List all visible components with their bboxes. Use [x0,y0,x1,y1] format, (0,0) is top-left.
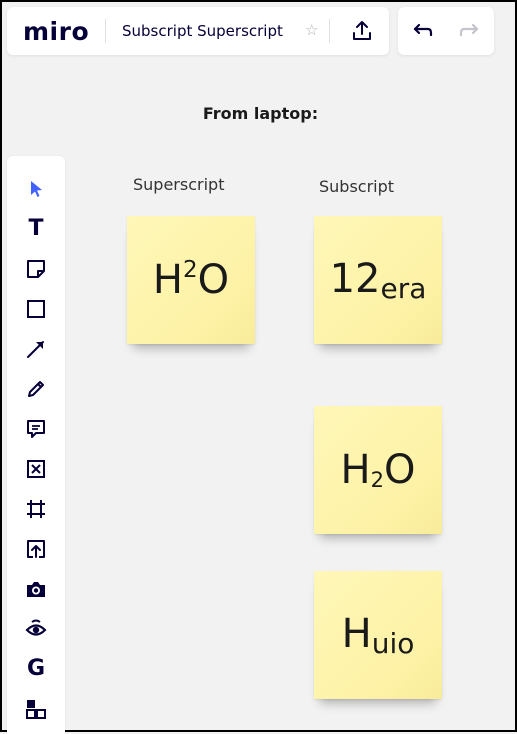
apps-icon [26,700,46,719]
pen-tool[interactable] [22,375,50,403]
redo-icon [459,23,479,37]
cross-box-icon [27,460,45,478]
google-app-tool[interactable]: G [22,655,50,683]
canvas-heading: From laptop: [202,104,319,123]
undo-button[interactable] [406,15,438,47]
header-divider [329,19,330,43]
miro-logo[interactable]: miro [23,17,89,46]
export-icon [353,21,371,40]
note-text: H2O [340,447,416,493]
note-text: Huio [341,610,415,660]
sticky-note-12era-subscript[interactable]: 12era [314,216,442,344]
note-text: H2O [152,257,230,303]
pen-icon [28,381,44,397]
export-button[interactable] [346,15,378,47]
sticky-note-icon [27,260,45,278]
select-tool[interactable] [22,175,50,203]
cursor-icon [31,181,42,197]
comment-icon [27,420,45,438]
sticky-note-huio-subscript[interactable]: Huio [314,571,442,699]
sticky-note-h2o-subscript[interactable]: H2O [314,406,442,534]
upload-tool[interactable] [22,535,50,563]
eye-app-tool[interactable] [22,615,50,643]
connection-line-tool[interactable] [22,335,50,363]
camera-tool[interactable] [22,575,50,603]
more-apps-tool[interactable] [22,695,50,723]
frame-tool[interactable] [22,495,50,523]
redo-button[interactable] [454,15,486,47]
sticky-note-tool[interactable] [22,255,50,283]
square-icon [27,300,45,318]
camera-icon [27,582,45,597]
undo-redo-panel [398,7,494,55]
sticky-note-h2o-superscript[interactable]: H2O [127,216,255,344]
undo-icon [413,23,433,37]
superscript-label: Superscript [133,175,225,194]
text-tool[interactable]: T [22,215,50,243]
header-divider [105,19,106,43]
board-title[interactable]: Subscript Superscript [122,22,283,40]
subscript-label: Subscript [319,177,395,196]
board-header: miro Subscript Superscript ☆ [7,7,389,55]
google-icon: G [26,656,46,681]
left-toolbar: T G [7,156,65,734]
eye-icon [25,619,47,636]
comment-tool[interactable] [22,415,50,443]
star-icon[interactable]: ☆ [305,21,318,39]
frame-icon [27,500,45,518]
arrow-icon [27,341,44,358]
shape-tool[interactable] [22,295,50,323]
upload-icon [27,540,45,558]
text-icon: T [28,216,44,241]
note-text: 12era [329,255,427,305]
template-tool[interactable] [22,455,50,483]
